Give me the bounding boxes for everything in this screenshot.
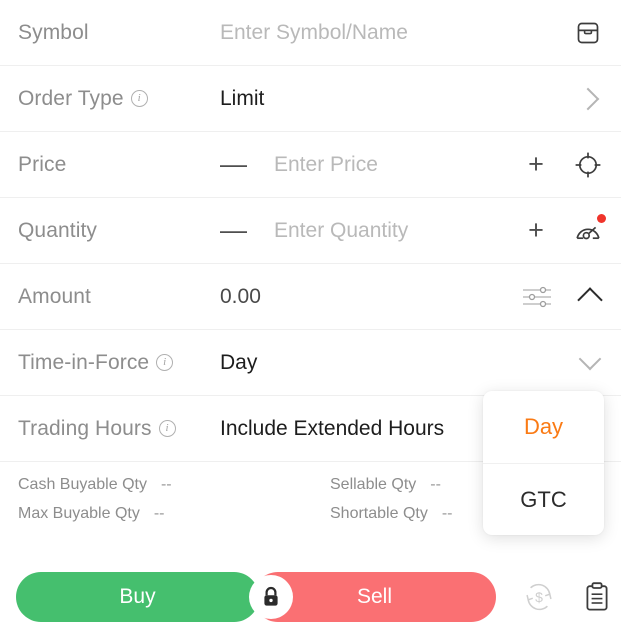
stat-max-buyable-qty: Max Buyable Qty -- [18,505,330,523]
row-order-type[interactable]: Order Type i Limit [0,66,621,132]
clipboard-order-icon[interactable] [582,581,612,613]
chevron-right-icon[interactable] [573,87,603,110]
time-in-force-label-group: Time-in-Force i [18,351,220,375]
price-input-area[interactable]: — Enter Price [220,151,521,178]
symbol-label-group: Symbol [18,21,220,45]
price-label: Price [18,152,67,176]
chevron-up-icon[interactable] [577,284,603,313]
notification-dot [597,213,606,223]
symbol-input-area[interactable]: Enter Symbol/Name [220,21,573,45]
info-icon[interactable]: i [130,90,148,107]
buy-button[interactable]: Buy [16,572,259,622]
quantity-decrement-button[interactable]: — [220,217,274,244]
price-input-placeholder[interactable]: Enter Price [274,153,378,177]
minus-glyph: — [220,149,247,179]
time-in-force-label: Time-in-Force [18,350,150,374]
price-label-group: Price [18,153,220,177]
row-quantity[interactable]: Quantity — Enter Quantity + [0,198,621,264]
quantity-label: Quantity [18,218,98,242]
stat-label: Max Buyable Qty [18,505,140,522]
archive-box-icon[interactable] [573,18,603,48]
order-entry-panel: Symbol Enter Symbol/Name Order Type i Li… [0,0,621,641]
plus-glyph: + [528,149,544,179]
stat-label: Shortable Qty [330,505,428,522]
symbol-input-placeholder[interactable]: Enter Symbol/Name [220,21,408,45]
quantity-input-placeholder[interactable]: Enter Quantity [274,219,408,243]
quantity-increment-button[interactable]: + [521,217,551,244]
minus-glyph: — [220,215,247,245]
svg-text:$: $ [535,589,543,605]
quantity-label-group: Quantity [18,219,220,243]
trading-hours-label-group: Trading Hours i [18,417,220,441]
order-type-value: Limit [220,86,265,110]
time-in-force-row-actions [577,347,603,374]
row-time-in-force[interactable]: Time-in-Force i Day [0,330,621,396]
trading-hours-label: Trading Hours [18,416,152,440]
tif-option-gtc[interactable]: GTC [483,463,604,535]
lock-icon[interactable] [249,575,293,619]
stat-value: -- [441,505,453,522]
amount-value: 0.00 [220,284,261,308]
symbol-label: Symbol [18,20,89,44]
order-type-label: Order Type [18,86,124,110]
order-type-row-actions [573,87,603,110]
quantity-row-actions: + [521,213,606,246]
stat-label: Cash Buyable Qty [18,476,147,493]
order-type-value-area[interactable]: Limit [220,87,573,111]
time-in-force-value-area[interactable]: Day [220,351,577,375]
stat-value: -- [153,505,165,522]
amount-label-group: Amount [18,285,220,309]
amount-label: Amount [18,284,91,308]
row-price[interactable]: Price — Enter Price + [0,132,621,198]
trading-hours-value: Include Extended Hours [220,416,445,440]
order-type-label-group: Order Type i [18,87,220,111]
amount-value-area: 0.00 [220,285,521,309]
price-increment-button[interactable]: + [521,151,551,178]
plus-glyph: + [528,215,544,245]
amount-row-actions [521,283,603,313]
tif-option-day[interactable]: Day [483,391,604,463]
gauge-icon[interactable] [573,213,606,246]
stat-label: Sellable Qty [330,476,417,493]
price-decrement-button[interactable]: — [220,151,274,178]
currency-refresh-icon[interactable]: $ [522,580,556,614]
row-symbol[interactable]: Symbol Enter Symbol/Name [0,0,621,66]
time-in-force-dropdown[interactable]: Day GTC [483,391,604,535]
time-in-force-value: Day [220,350,258,374]
trade-action-bar: Buy Sell $ [0,553,621,641]
info-icon[interactable]: i [158,420,176,437]
quantity-input-area[interactable]: — Enter Quantity [220,217,521,244]
stat-value: -- [430,476,441,493]
row-amount[interactable]: Amount 0.00 [0,264,621,330]
stat-cash-buyable-qty: Cash Buyable Qty -- [18,476,330,494]
info-icon[interactable]: i [156,354,174,371]
price-row-actions: + [521,150,603,180]
stat-value: -- [160,476,172,493]
buy-sell-group: Buy Sell [16,572,496,622]
sliders-icon[interactable] [521,283,555,311]
symbol-row-actions [573,18,603,48]
chevron-down-icon[interactable] [577,347,603,374]
action-bar-icons: $ [522,580,612,614]
crosshair-target-icon[interactable] [573,150,603,180]
